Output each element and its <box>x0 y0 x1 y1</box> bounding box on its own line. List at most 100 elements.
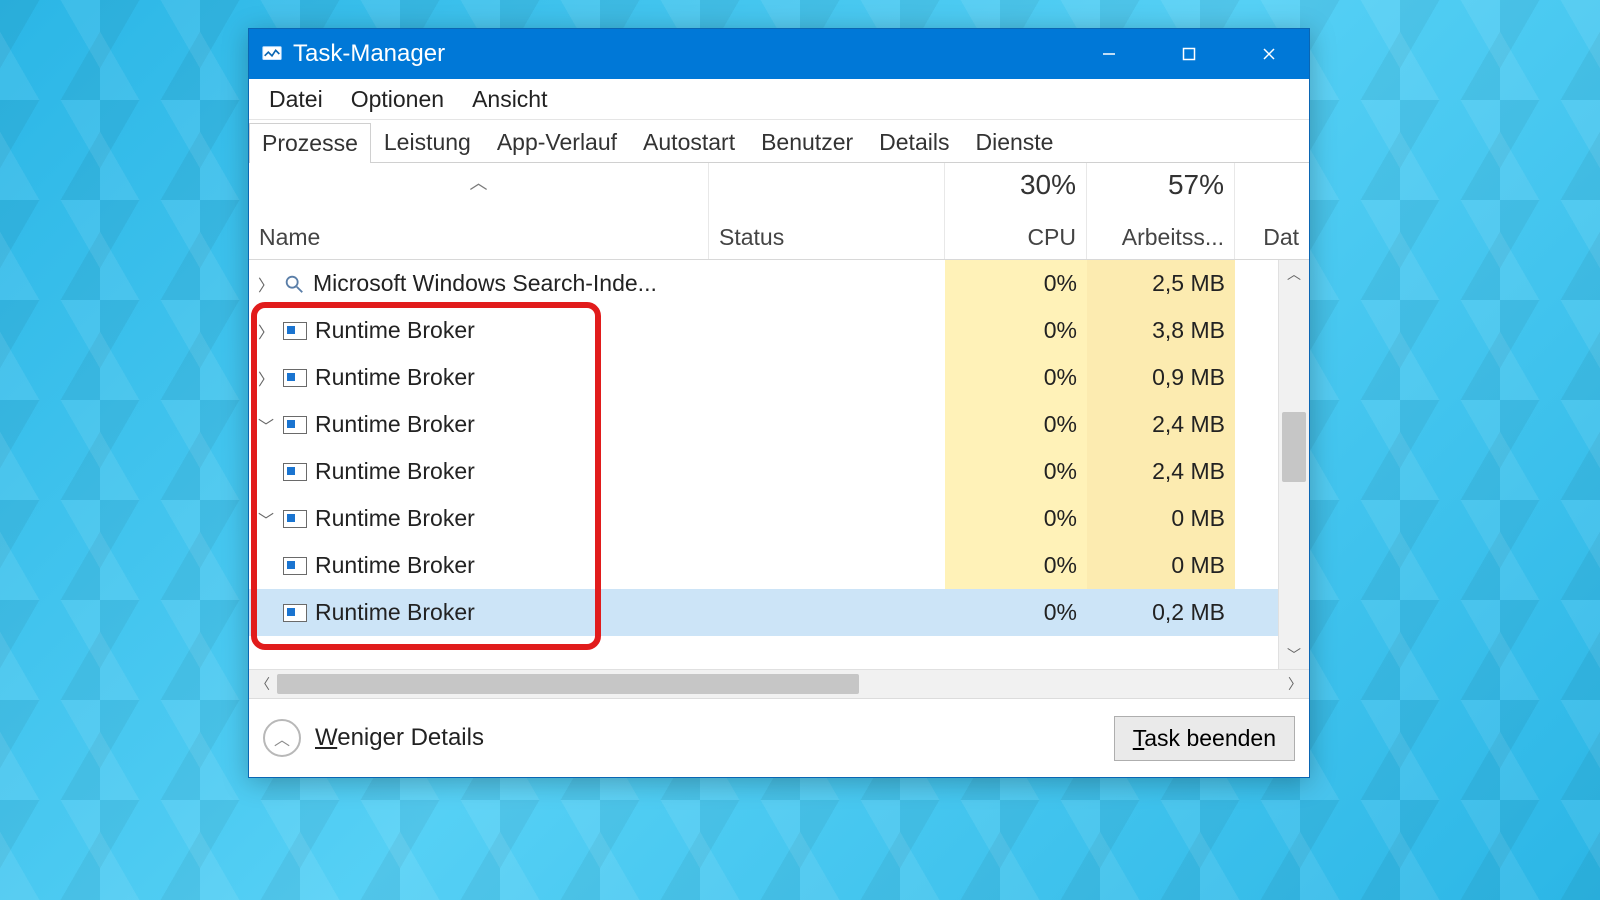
chevron-down-icon[interactable]: ﹀ <box>257 413 275 437</box>
tab-performance[interactable]: Leistung <box>371 122 484 162</box>
scroll-right-icon[interactable]: 〉 <box>1281 670 1309 698</box>
task-manager-window: Task-Manager Datei Optionen Ansicht Proz… <box>248 28 1310 778</box>
end-task-rest: ask beenden <box>1144 725 1276 751</box>
vertical-scrollbar[interactable]: ︿ ﹀ <box>1278 260 1309 669</box>
table-row[interactable]: 〉 Runtime Broker 0%0,9 MB <box>249 354 1278 401</box>
col-status[interactable]: Status <box>709 163 945 259</box>
desktop-background: Task-Manager Datei Optionen Ansicht Proz… <box>0 0 1600 900</box>
fewer-details-link[interactable]: Weniger Details <box>315 724 484 752</box>
sort-indicator-icon: ︿ <box>259 169 698 224</box>
end-task-underline: T <box>1133 725 1145 751</box>
cell-disk <box>1235 542 1278 589</box>
col-memory[interactable]: 57% Arbeitss... <box>1087 163 1235 259</box>
scroll-left-icon[interactable]: 〈 <box>249 670 277 698</box>
chevron-down-icon[interactable]: ﹀ <box>257 507 275 531</box>
titlebar[interactable]: Task-Manager <box>249 29 1309 79</box>
cell-cpu: 0% <box>945 307 1087 354</box>
cell-cpu: 0% <box>945 354 1087 401</box>
cell-name: 〉Runtime Broker <box>249 307 709 354</box>
cell-cpu: 0% <box>945 448 1087 495</box>
table-row[interactable]: 〉Runtime Broker 0%3,8 MB <box>249 307 1278 354</box>
end-task-button[interactable]: Task beenden <box>1114 716 1295 761</box>
chevron-right-icon[interactable]: 〉 <box>257 319 275 343</box>
col-disk[interactable]: Dat <box>1235 163 1309 259</box>
tab-users[interactable]: Benutzer <box>748 122 866 162</box>
table-body: 〉Microsoft Windows Search-Inde...0%2,5 M… <box>249 260 1278 669</box>
table-row[interactable]: Runtime Broker 0%2,4 MB <box>249 448 1278 495</box>
table-row[interactable]: Runtime Broker 0%0 MB <box>249 542 1278 589</box>
cell-cpu: 0% <box>945 542 1087 589</box>
cell-memory: 2,4 MB <box>1087 448 1235 495</box>
cell-disk <box>1235 260 1278 307</box>
collapse-details-icon[interactable]: ︿ <box>263 719 301 757</box>
cell-memory: 2,4 MB <box>1087 401 1235 448</box>
cell-name: 〉 Runtime Broker <box>249 354 709 401</box>
cell-status <box>709 448 945 495</box>
process-table: ︿ Name Status 30% CPU 57% Arbeitss... <box>249 163 1309 698</box>
tab-details[interactable]: Details <box>866 122 962 162</box>
menubar: Datei Optionen Ansicht <box>249 79 1309 120</box>
col-memory-label: Arbeitss... <box>1097 224 1224 251</box>
cell-memory: 0,9 MB <box>1087 354 1235 401</box>
less-details-rest: eniger Details <box>337 724 484 751</box>
chevron-right-icon[interactable]: 〉 <box>257 272 275 296</box>
close-button[interactable] <box>1229 29 1309 79</box>
process-name: Runtime Broker <box>315 599 475 626</box>
process-icon <box>283 604 307 622</box>
cell-name: Runtime Broker <box>249 589 709 636</box>
process-name: Runtime Broker <box>315 458 475 485</box>
scroll-thumb[interactable] <box>1282 412 1306 482</box>
col-cpu[interactable]: 30% CPU <box>945 163 1087 259</box>
cell-cpu: 0% <box>945 589 1087 636</box>
tab-startup[interactable]: Autostart <box>630 122 748 162</box>
table-row[interactable]: ﹀Runtime Broker0%2,4 MB <box>249 401 1278 448</box>
process-icon <box>283 416 307 434</box>
cell-status <box>709 401 945 448</box>
cell-disk <box>1235 495 1278 542</box>
cell-status <box>709 542 945 589</box>
hscroll-thumb[interactable] <box>277 674 859 694</box>
table-header: ︿ Name Status 30% CPU 57% Arbeitss... <box>249 163 1309 260</box>
window-title: Task-Manager <box>293 40 445 68</box>
minimize-button[interactable] <box>1069 29 1149 79</box>
maximize-button[interactable] <box>1149 29 1229 79</box>
tab-processes[interactable]: Prozesse <box>249 123 371 163</box>
process-icon <box>283 369 307 387</box>
table-row[interactable]: 〉Microsoft Windows Search-Inde...0%2,5 M… <box>249 260 1278 307</box>
col-name[interactable]: ︿ Name <box>249 163 709 259</box>
table-row[interactable]: Runtime Broker0%0,2 MB <box>249 589 1278 636</box>
footer: ︿ Weniger Details Task beenden <box>249 698 1309 777</box>
scroll-down-icon[interactable]: ﹀ <box>1279 641 1309 669</box>
cell-cpu: 0% <box>945 260 1087 307</box>
cell-disk <box>1235 589 1278 636</box>
cell-status <box>709 495 945 542</box>
scroll-track[interactable] <box>1279 288 1309 641</box>
horizontal-scrollbar[interactable]: 〈 〉 <box>249 669 1309 698</box>
table-row[interactable]: ﹀Runtime Broker0%0 MB <box>249 495 1278 542</box>
process-icon <box>283 322 307 340</box>
menu-view[interactable]: Ansicht <box>458 82 561 117</box>
process-icon <box>283 557 307 575</box>
menu-file[interactable]: Datei <box>255 82 337 117</box>
tab-strip: Prozesse Leistung App-Verlauf Autostart … <box>249 120 1309 163</box>
cell-memory: 0 MB <box>1087 542 1235 589</box>
cell-status <box>709 354 945 401</box>
cell-name: 〉Microsoft Windows Search-Inde... <box>249 260 709 307</box>
process-icon <box>283 510 307 528</box>
cell-status <box>709 260 945 307</box>
process-icon <box>283 463 307 481</box>
scroll-up-icon[interactable]: ︿ <box>1279 260 1309 288</box>
cell-name: Runtime Broker <box>249 448 709 495</box>
process-name: Runtime Broker <box>315 364 475 391</box>
chevron-right-icon[interactable]: 〉 <box>257 366 275 390</box>
tab-app-history[interactable]: App-Verlauf <box>484 122 630 162</box>
col-disk-label: Dat <box>1245 224 1299 251</box>
cell-memory: 0 MB <box>1087 495 1235 542</box>
search-indexer-icon <box>283 273 305 295</box>
tab-services[interactable]: Dienste <box>962 122 1066 162</box>
hscroll-track[interactable] <box>277 670 1281 698</box>
task-manager-icon <box>261 43 283 65</box>
cell-memory: 3,8 MB <box>1087 307 1235 354</box>
menu-options[interactable]: Optionen <box>337 82 458 117</box>
cell-name: Runtime Broker <box>249 542 709 589</box>
